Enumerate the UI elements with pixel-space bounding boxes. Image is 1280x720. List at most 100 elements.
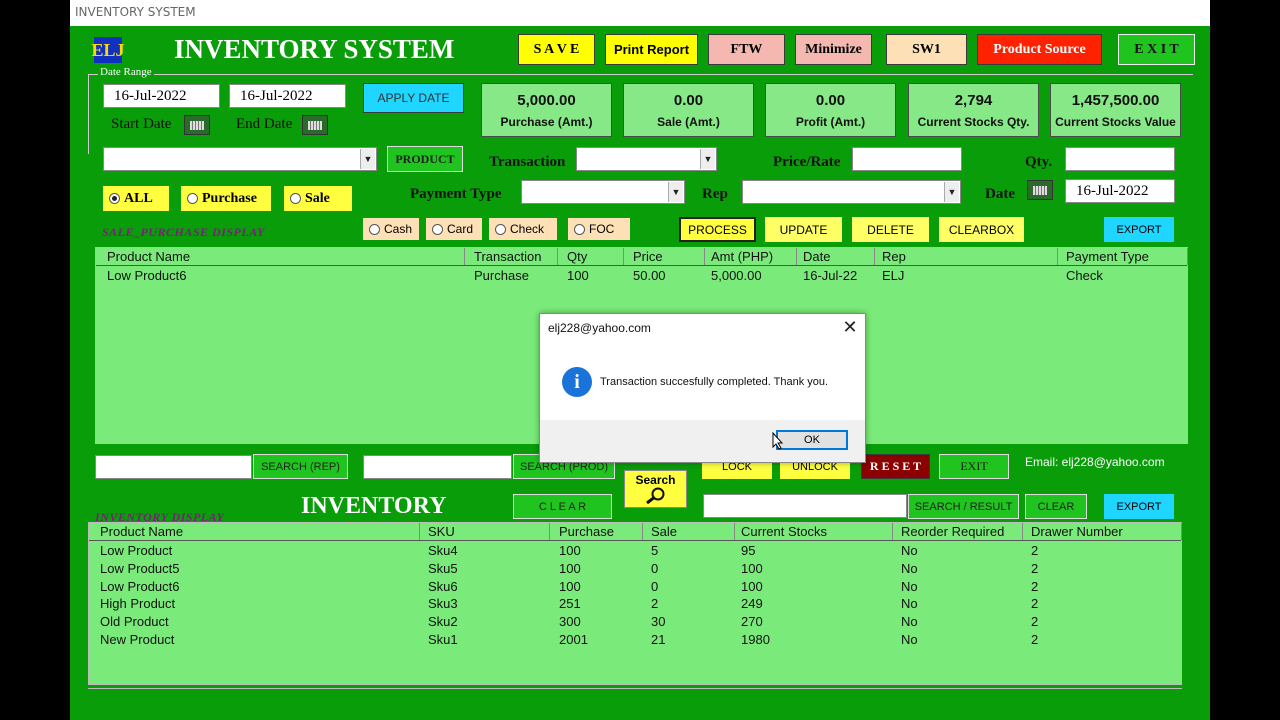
table-cell: 0: [651, 560, 659, 576]
table-cell: Sku4: [428, 543, 458, 558]
print-report-button[interactable]: Print Report: [605, 34, 698, 65]
exit-small-button[interactable]: EXIT: [939, 454, 1009, 479]
product-combobox[interactable]: ▼: [103, 147, 377, 171]
table-row[interactable]: Low Product6 Sku6 100 0 100 No 2: [89, 578, 1181, 596]
app-title: INVENTORY SYSTEM: [174, 34, 455, 64]
table-row[interactable]: Low Product5 Sku5 100 0 100 No 2: [89, 560, 1181, 578]
table-cell: Sku6: [428, 578, 458, 594]
filter-sale-radio[interactable]: Sale: [284, 186, 352, 211]
save-button[interactable]: S A V E: [518, 34, 595, 65]
table-cell: Low Product6: [100, 578, 180, 594]
transaction-label: Transaction: [489, 154, 566, 170]
app-logo: ELJ: [92, 37, 125, 63]
reset-button[interactable]: R E S E T: [861, 454, 930, 479]
payment-card-radio[interactable]: Card: [426, 218, 482, 240]
search-icon: [645, 487, 664, 505]
table-header: Product Name SKU Purchase Sale Current S…: [89, 523, 1182, 541]
radio-indicator: [574, 223, 585, 235]
inventory-table[interactable]: Product Name SKU Purchase Sale Current S…: [88, 522, 1182, 685]
clear2-button[interactable]: CLEAR: [1025, 494, 1087, 519]
table-cell: 2: [1031, 614, 1039, 630]
table-cell: 100: [741, 560, 763, 576]
date-field[interactable]: 16-Jul-2022: [1065, 179, 1175, 203]
ok-button[interactable]: OK: [776, 430, 848, 450]
table-cell: 2: [1031, 632, 1039, 647]
table-row[interactable]: New Product Sku1 2001 21 1980 No 2: [89, 631, 1181, 649]
table-row[interactable]: Low Product Sku4 100 5 95 No 2: [89, 542, 1181, 560]
minimize-button[interactable]: Minimize: [795, 34, 872, 65]
table-cell: 2: [651, 596, 659, 612]
rep-combobox[interactable]: ▼: [742, 180, 961, 204]
payment-check-radio[interactable]: Check: [489, 218, 557, 240]
email-text: Email: elj228@yahoo.com: [1025, 455, 1165, 469]
table-row[interactable]: High Product Sku3 251 2 249 No 2: [89, 595, 1181, 613]
export-button[interactable]: EXPORT: [1104, 217, 1174, 242]
search-result-field[interactable]: [703, 494, 907, 518]
search-result-button[interactable]: SEARCH / RESULT: [908, 494, 1019, 519]
payment-type-label: Payment Type: [410, 186, 502, 202]
mouse-cursor: [772, 431, 784, 450]
exit-button[interactable]: E X I T: [1118, 34, 1195, 65]
table-cell: No: [901, 578, 918, 594]
table-cell: Low Product: [100, 543, 173, 558]
chevron-down-icon[interactable]: ▼: [668, 182, 683, 202]
search-button[interactable]: Search: [624, 470, 687, 508]
product-button[interactable]: PRODUCT: [387, 146, 463, 172]
table-cell: 30: [651, 614, 666, 630]
filter-all-radio[interactable]: ALL: [103, 186, 169, 211]
dialog-title: elj228@yahoo.com: [548, 321, 651, 335]
dialog-message: Transaction succesfully completed. Thank…: [600, 376, 829, 388]
qty-label: Qty.: [1025, 154, 1053, 170]
window-title: INVENTORY SYSTEM: [75, 5, 196, 19]
table-cell: 0: [651, 578, 659, 594]
date-calendar-icon[interactable]: [1027, 180, 1053, 200]
update-button[interactable]: UPDATE: [765, 217, 842, 242]
close-icon[interactable]: ✕: [840, 317, 860, 337]
end-date-calendar-icon[interactable]: [302, 115, 328, 135]
qty-field[interactable]: [1065, 147, 1175, 171]
sale-purchase-caption: SALE_PURCHASE DISPLAY: [102, 225, 265, 239]
table-cell: 21: [651, 632, 666, 647]
inventory-title: INVENTORY: [301, 493, 447, 519]
table-cell: 1980: [741, 632, 770, 647]
sw1-button[interactable]: SW1: [886, 34, 967, 65]
export2-button[interactable]: EXPORT: [1104, 494, 1174, 519]
stat-current-stocks-value: 1,457,500.00 Current Stocks Value: [1050, 83, 1181, 137]
search-rep-field[interactable]: [95, 455, 252, 479]
start-date-calendar-icon[interactable]: [184, 115, 210, 135]
stat-profit-amount: 0.00 Profit (Amt.): [765, 83, 896, 137]
payment-foc-radio[interactable]: FOC: [568, 218, 630, 240]
payment-cash-radio[interactable]: Cash: [363, 218, 419, 240]
process-button[interactable]: PROCESS: [679, 217, 756, 242]
chevron-down-icon[interactable]: ▼: [700, 149, 715, 169]
ftw-button[interactable]: FTW: [708, 34, 785, 65]
transaction-combobox[interactable]: ▼: [576, 147, 717, 171]
table-cell: 95: [741, 543, 756, 558]
payment-type-combobox[interactable]: ▼: [521, 180, 685, 204]
search-rep-button[interactable]: SEARCH (REP): [253, 454, 348, 479]
radio-indicator: [495, 223, 506, 235]
table-row[interactable]: Old Product Sku2 300 30 270 No 2: [89, 613, 1181, 631]
stat-sale-amount: 0.00 Sale (Amt.): [623, 83, 754, 137]
chevron-down-icon[interactable]: ▼: [944, 182, 959, 202]
table-row[interactable]: Low Product6 Purchase 100 50.00 5,000.00…: [96, 267, 1187, 285]
chevron-down-icon[interactable]: ▼: [360, 149, 375, 169]
search-prod-field[interactable]: [363, 455, 512, 479]
clearbox-button[interactable]: CLEARBOX: [939, 217, 1024, 242]
table-cell: Sku1: [428, 632, 458, 647]
table-header: Product Name Transaction Qty Price Amt (…: [96, 248, 1188, 266]
filter-purchase-radio[interactable]: Purchase: [181, 186, 271, 211]
table-cell: 100: [559, 560, 581, 576]
product-source-button[interactable]: Product Source: [977, 34, 1102, 65]
table-cell: 100: [741, 578, 763, 594]
table-cell: 270: [741, 614, 763, 630]
clear-button[interactable]: C L E A R: [513, 494, 612, 519]
apply-date-button[interactable]: APPLY DATE: [363, 83, 464, 113]
price-rate-field[interactable]: [852, 147, 962, 171]
table-cell: 2: [1031, 578, 1039, 594]
delete-button[interactable]: DELETE: [852, 217, 929, 242]
end-date-field[interactable]: 16-Jul-2022: [229, 84, 346, 108]
table-cell: No: [901, 560, 918, 576]
start-date-field[interactable]: 16-Jul-2022: [103, 84, 220, 108]
table-cell: 2: [1031, 543, 1039, 558]
